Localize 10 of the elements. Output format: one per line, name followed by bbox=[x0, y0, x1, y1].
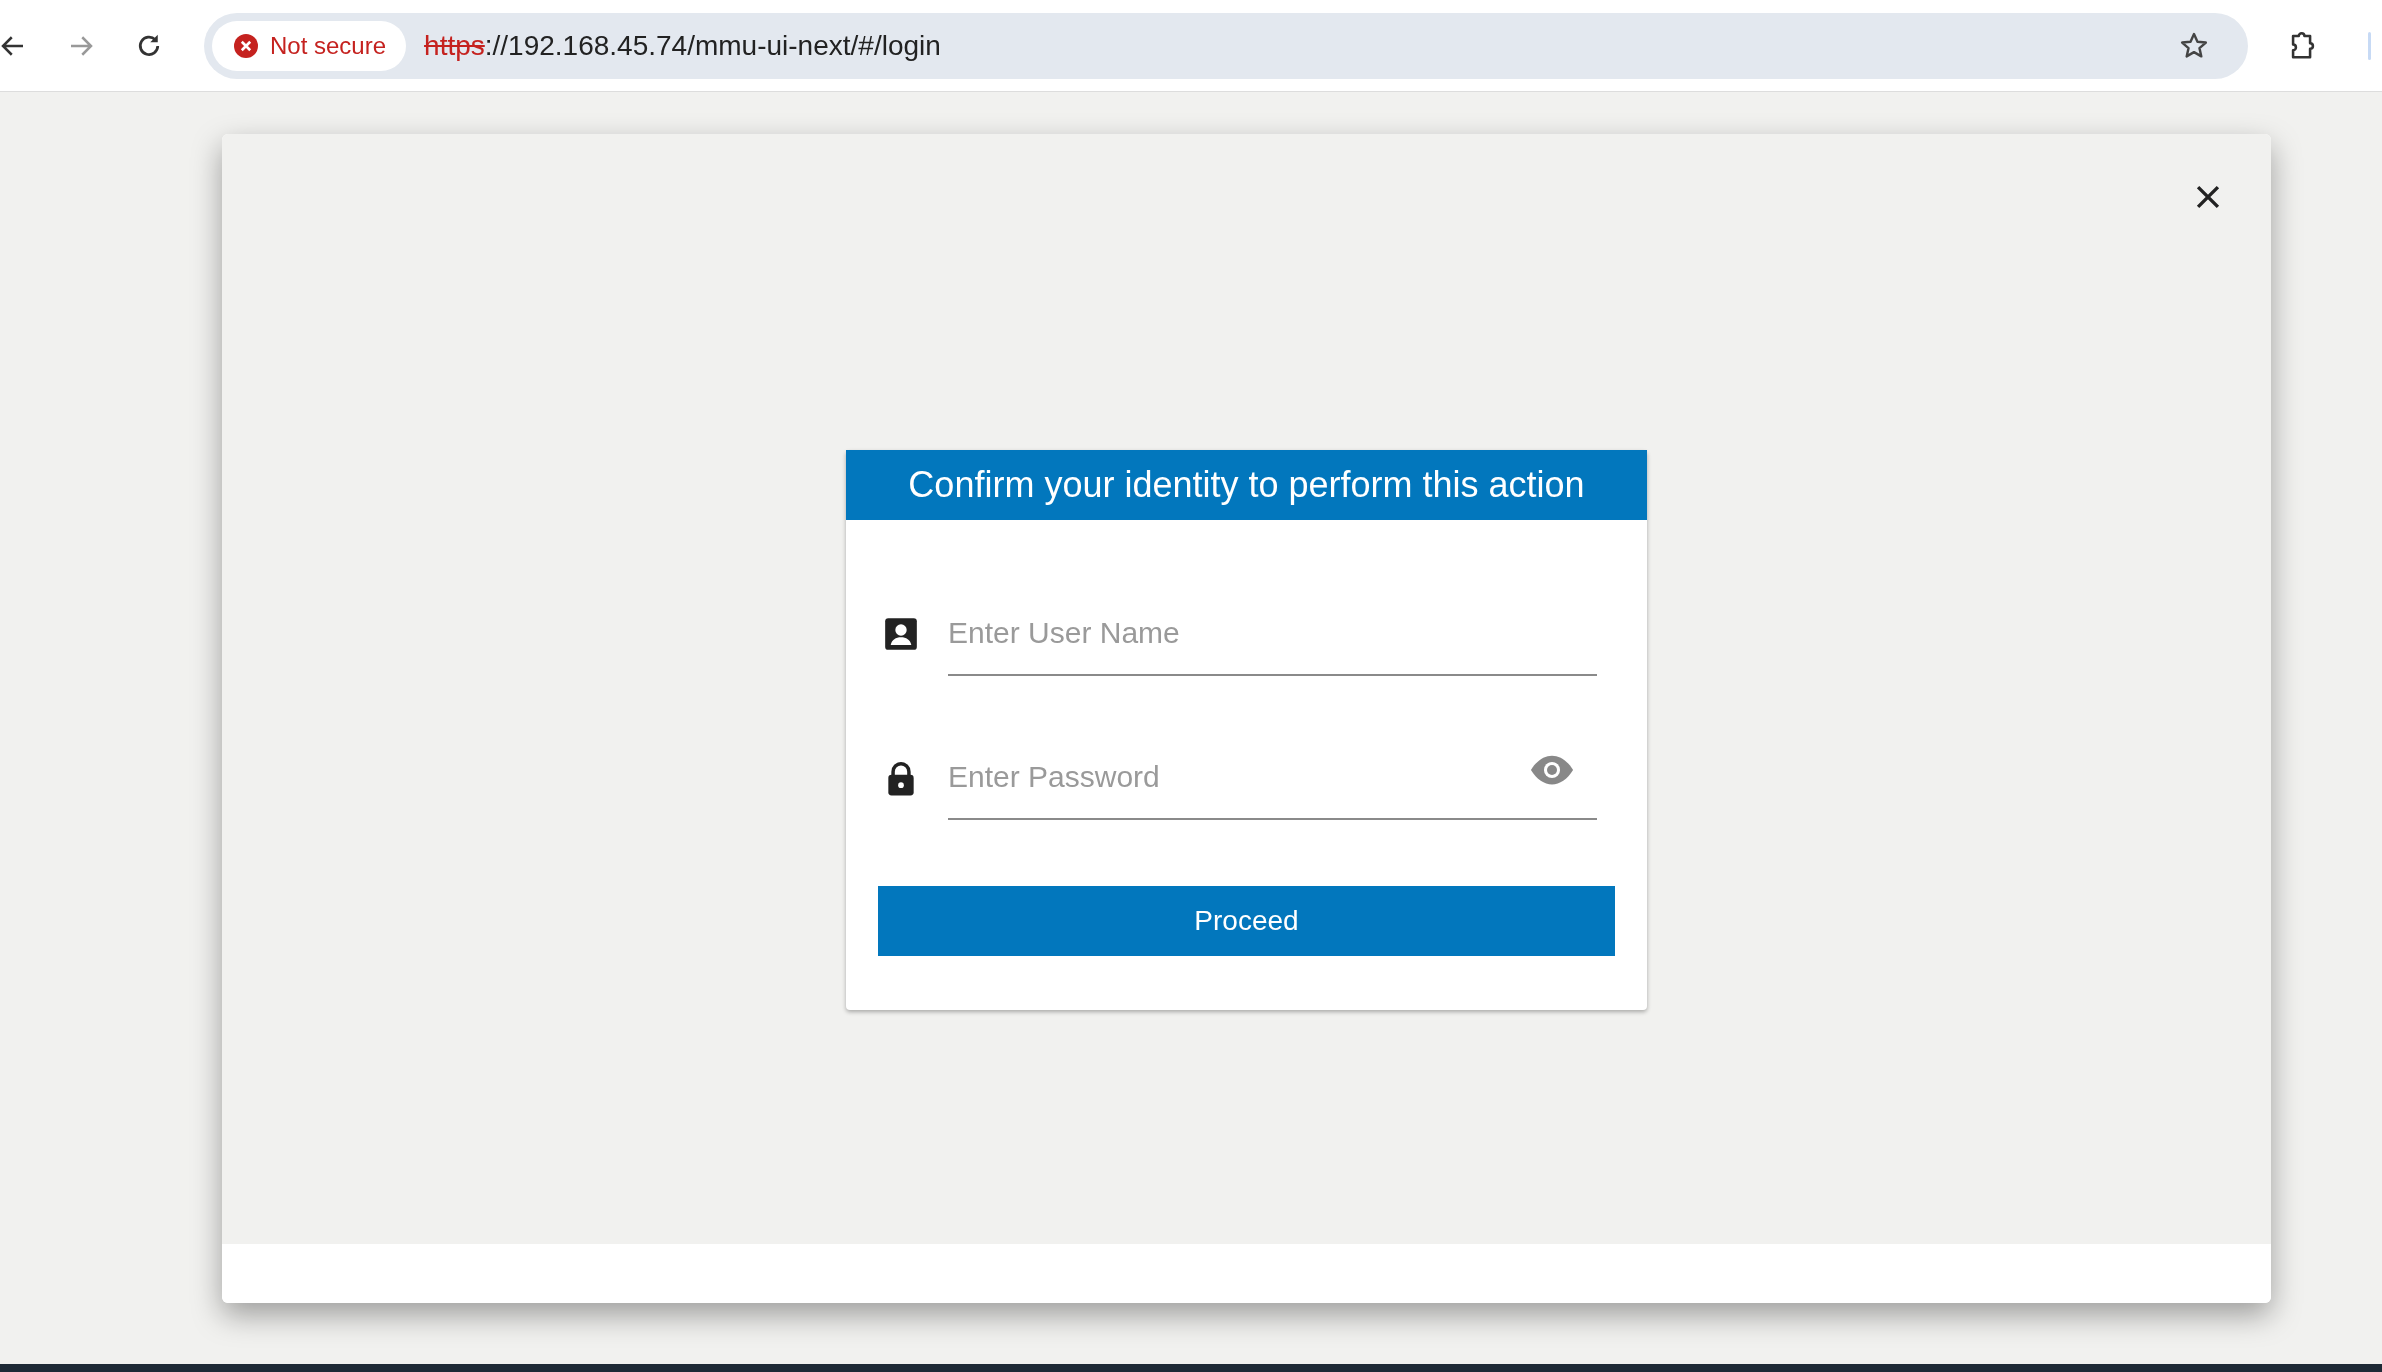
address-bar[interactable]: Not secure https://192.168.45.74/mmu-ui-next/#/login bbox=[204, 12, 2248, 79]
security-label: Not secure bbox=[270, 31, 387, 60]
card-title: Confirm your identity to perform this action bbox=[908, 464, 1585, 506]
error-icon bbox=[234, 33, 258, 58]
username-field[interactable]: Enter User Name bbox=[948, 603, 1597, 663]
proceed-button[interactable]: Proceed bbox=[878, 886, 1615, 956]
password-field[interactable]: Enter Password bbox=[948, 747, 1529, 807]
user-icon bbox=[882, 615, 920, 653]
security-chip[interactable]: Not secure bbox=[212, 20, 407, 71]
url-text: https://192.168.45.74/mmu-ui-next/#/login bbox=[424, 29, 942, 62]
